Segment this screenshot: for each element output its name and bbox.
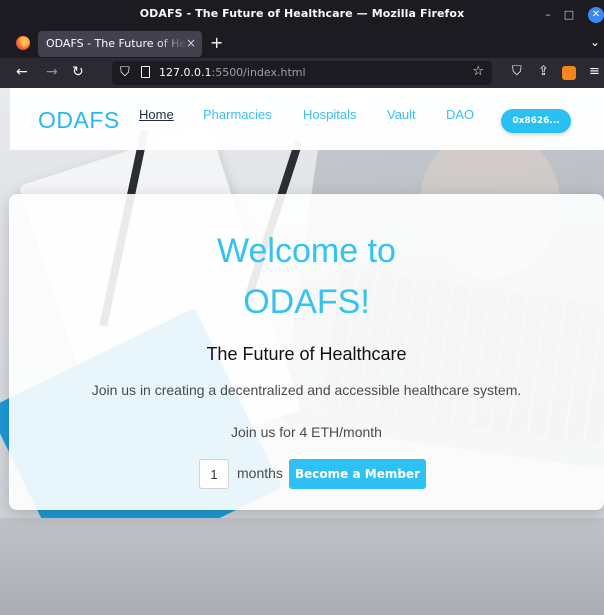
nav-link-hospitals[interactable]: Hospitals xyxy=(303,107,356,122)
nav-link-dao[interactable]: DAO xyxy=(446,107,474,122)
hero-lead-text: Join us in creating a decentralized and … xyxy=(91,382,522,398)
minimize-icon[interactable]: – xyxy=(541,8,555,22)
window-titlebar: ODAFS - The Future of Healthcare — Mozil… xyxy=(0,0,604,29)
months-input[interactable] xyxy=(199,459,229,489)
brand-logo[interactable]: ODAFS xyxy=(38,107,120,134)
hero-heading-line1: Welcome to xyxy=(217,232,396,270)
reload-icon[interactable]: ↻ xyxy=(72,64,84,80)
new-tab-icon[interactable]: + xyxy=(210,33,223,52)
tab-close-icon[interactable]: × xyxy=(186,36,196,50)
become-member-button[interactable]: Become a Member xyxy=(289,459,426,489)
app-menu-icon[interactable]: ≡ xyxy=(589,64,600,79)
share-icon[interactable]: ⇪ xyxy=(538,64,549,79)
hero-heading-line2: ODAFS! xyxy=(243,283,370,321)
tab-odafs[interactable]: ODAFS - The Future of Healthcare × xyxy=(38,31,202,57)
nav-link-vault[interactable]: Vault xyxy=(387,107,416,122)
close-window-icon[interactable]: ✕ xyxy=(588,7,604,23)
tracking-shield-icon[interactable]: ⛉ xyxy=(120,65,130,80)
wallet-address-button[interactable]: 0x8626... xyxy=(501,109,571,133)
back-icon[interactable]: ← xyxy=(16,64,28,80)
url-text[interactable]: 127.0.0.1:5500/index.html xyxy=(159,66,306,79)
nav-link-home[interactable]: Home xyxy=(139,107,174,122)
months-label: months xyxy=(237,465,283,481)
url-path: :5500/index.html xyxy=(211,66,306,79)
metamask-extension-icon[interactable] xyxy=(562,66,576,80)
firefox-icon[interactable] xyxy=(16,36,30,50)
browser-toolbar: ← → ↻ ⛉ 127.0.0.1:5500/index.html ☆ ⛉ ⇪ … xyxy=(0,58,604,88)
membership-price-text: Join us for 4 ETH/month xyxy=(231,424,382,440)
maximize-icon[interactable]: □ xyxy=(562,8,576,22)
window-title: ODAFS - The Future of Healthcare — Mozil… xyxy=(139,7,465,20)
tab-bar: ODAFS - The Future of Healthcare × + ⌄ xyxy=(0,29,604,58)
forward-icon[interactable]: → xyxy=(46,64,58,80)
address-bar[interactable]: ⛉ 127.0.0.1:5500/index.html ☆ xyxy=(112,61,492,85)
site-navbar: ODAFS Home Pharmacies Hospitals Vault DA… xyxy=(10,88,604,150)
page-viewport: ODAFS Home Pharmacies Hospitals Vault DA… xyxy=(0,88,604,615)
pocket-icon[interactable]: ⛉ xyxy=(512,64,522,79)
page-info-icon[interactable] xyxy=(141,66,150,78)
nav-link-pharmacies[interactable]: Pharmacies xyxy=(203,107,272,122)
tab-fade xyxy=(156,33,188,55)
hero-card: Welcome to ODAFS! The Future of Healthca… xyxy=(9,194,604,510)
hero-subtitle: The Future of Healthcare xyxy=(206,344,407,364)
url-host: 127.0.0.1 xyxy=(159,66,212,79)
bookmark-star-icon[interactable]: ☆ xyxy=(472,64,484,79)
list-tabs-icon[interactable]: ⌄ xyxy=(590,35,600,49)
